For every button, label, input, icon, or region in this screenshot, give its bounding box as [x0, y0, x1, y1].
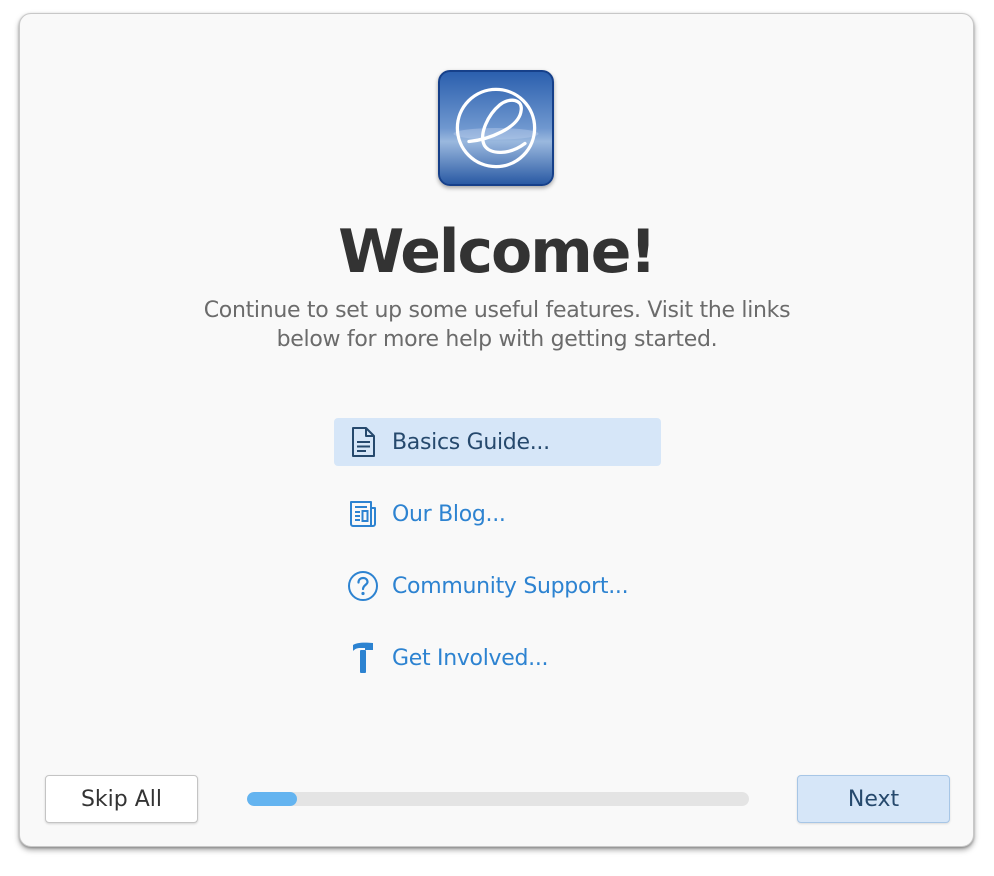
- link-our-blog[interactable]: Our Blog...: [334, 490, 661, 538]
- document-icon: [346, 425, 380, 459]
- welcome-window: Welcome! Continue to set up some useful …: [19, 13, 974, 847]
- link-get-involved[interactable]: Get Involved...: [334, 634, 661, 682]
- link-label: Community Support...: [392, 573, 629, 599]
- page-title: Welcome!: [338, 217, 657, 287]
- newspaper-icon: [346, 497, 380, 531]
- link-label: Our Blog...: [392, 501, 506, 527]
- link-community-support[interactable]: Community Support...: [334, 562, 661, 610]
- elementary-logo-icon: [438, 70, 554, 186]
- link-label: Get Involved...: [392, 645, 549, 671]
- hammer-icon: [346, 641, 380, 675]
- link-label: Basics Guide...: [392, 429, 550, 455]
- skip-all-button[interactable]: Skip All: [45, 775, 198, 823]
- link-basics-guide[interactable]: Basics Guide...: [334, 418, 661, 466]
- page-subtitle: Continue to set up some useful features.…: [203, 298, 791, 352]
- help-links-list: Basics Guide... Our Blog... Community Su…: [334, 418, 661, 706]
- progress-fill: [247, 792, 298, 806]
- next-button[interactable]: Next: [797, 775, 950, 823]
- help-circle-icon: [346, 569, 380, 603]
- setup-progress-bar: [247, 792, 749, 806]
